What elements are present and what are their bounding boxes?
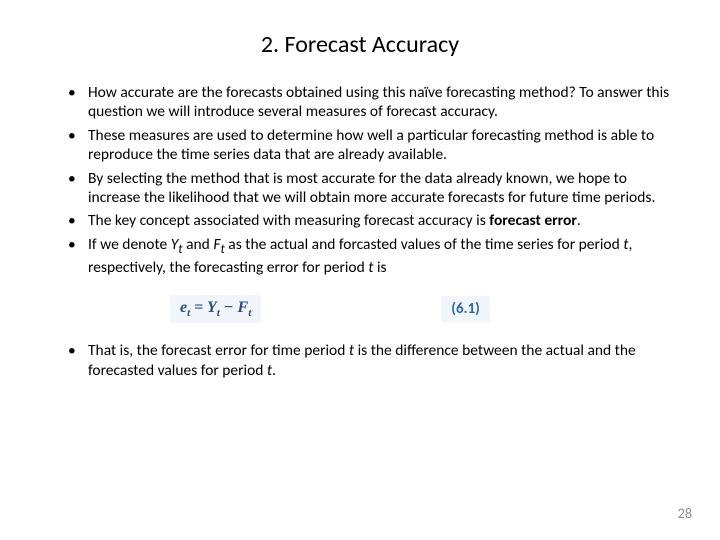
eq-sub: t xyxy=(248,307,251,319)
bullet-list: How accurate are the forecasts obtained … xyxy=(40,83,680,277)
slide: 2. Forecast Accuracy How accurate are th… xyxy=(0,0,720,404)
equation-row: et = Yt − Ft (6.1) xyxy=(170,295,680,323)
text: That is, the forecast error for time per… xyxy=(88,341,349,360)
text: . xyxy=(577,211,581,230)
equation: et = Yt − Ft xyxy=(170,295,261,323)
text: is xyxy=(373,258,386,277)
text: as the actual and forcasted values of th… xyxy=(225,235,623,254)
eq-f: F xyxy=(238,299,249,316)
bullet-item: How accurate are the forecasts obtained … xyxy=(68,83,680,122)
equation-number: (6.1) xyxy=(441,296,490,322)
bullet-item: By selecting the method that is most acc… xyxy=(68,169,680,208)
bullet-list-2: That is, the forecast error for time per… xyxy=(40,341,680,380)
text: If we denote xyxy=(88,235,171,254)
slide-title: 2. Forecast Accuracy xyxy=(40,30,680,59)
page-number: 28 xyxy=(678,505,692,522)
text: . xyxy=(272,361,276,380)
bullet-item: These measures are used to determine how… xyxy=(68,126,680,165)
eq-equals: = xyxy=(190,299,207,316)
eq-minus: − xyxy=(220,299,238,316)
bold-term: forecast error xyxy=(489,211,577,230)
eq-y: Y xyxy=(207,299,217,316)
text: The key concept associated with measurin… xyxy=(88,211,489,230)
bullet-item: If we denote Yt and Ft as the actual and… xyxy=(68,235,680,278)
bullet-item: That is, the forecast error for time per… xyxy=(68,341,680,380)
text: and xyxy=(183,235,214,254)
bullet-item: The key concept associated with measurin… xyxy=(68,211,680,230)
